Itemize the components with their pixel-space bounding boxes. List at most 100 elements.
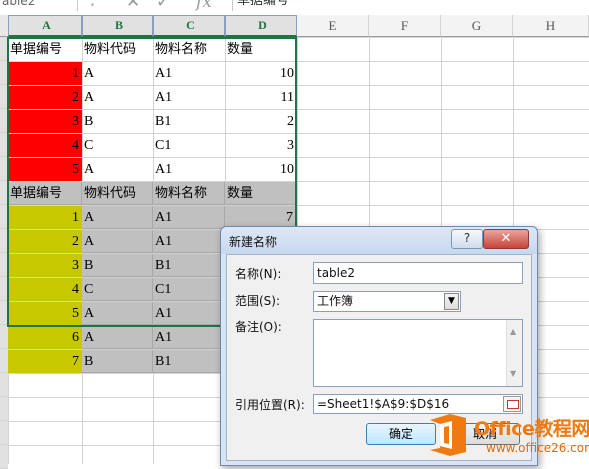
formula-bar-icons: ⋮ ✕ ✓ fx — [84, 0, 224, 12]
row-header[interactable] — [0, 181, 8, 205]
table-header-cell[interactable]: 单据编号 — [8, 38, 82, 61]
select-all-corner[interactable] — [0, 15, 8, 37]
table-cell[interactable]: B1 — [153, 110, 225, 133]
table-cell[interactable]: A1 — [153, 158, 225, 181]
row-header[interactable] — [0, 301, 8, 325]
table-cell[interactable]: C — [82, 134, 153, 157]
scroll-up-icon[interactable]: ▲ — [510, 322, 516, 342]
row-header[interactable] — [0, 445, 8, 469]
scroll-down-icon[interactable]: ▼ — [510, 364, 516, 384]
row-header[interactable] — [0, 37, 8, 61]
column-header-f[interactable]: F — [369, 15, 441, 37]
table-cell[interactable]: A — [82, 302, 153, 325]
table-cell[interactable]: 3 — [225, 134, 297, 157]
table-header-cell[interactable]: 数量 — [225, 38, 297, 61]
column-header-d[interactable]: D — [225, 15, 297, 37]
table-cell[interactable]: 10 — [225, 158, 297, 181]
name-box[interactable]: able2 — [0, 0, 78, 11]
name-field[interactable]: table2 — [313, 262, 523, 284]
table-cell[interactable]: 1 — [8, 62, 82, 85]
dropdown-icon[interactable]: ⋮ — [84, 0, 101, 9]
table-cell[interactable]: B — [82, 110, 153, 133]
table-cell[interactable]: 3 — [8, 254, 82, 277]
table-cell[interactable]: 4 — [8, 134, 82, 157]
column-header-a[interactable]: A — [8, 15, 82, 37]
table-cell[interactable]: C — [82, 278, 153, 301]
table-cell[interactable]: A1 — [153, 62, 225, 85]
column-header-c[interactable]: C — [153, 15, 225, 37]
row-header[interactable] — [0, 61, 8, 85]
watermark-brand: Office教程网 — [474, 418, 589, 440]
row-header[interactable] — [0, 397, 8, 421]
table-header-cell[interactable]: 单据编号 — [8, 182, 82, 205]
comment-scrollbar[interactable]: ▲ ▼ — [506, 320, 522, 386]
table-header-cell[interactable]: 物料名称 — [153, 182, 225, 205]
fx-icon[interactable]: fx — [196, 0, 212, 12]
watermark-url: www.office26.com — [486, 441, 589, 455]
column-header-h[interactable]: H — [513, 15, 589, 37]
table-cell[interactable]: A — [82, 230, 153, 253]
table-cell[interactable]: B — [82, 350, 153, 373]
table-cell[interactable]: 2 — [8, 86, 82, 109]
dialog-title: 新建名称 — [229, 235, 278, 249]
table-cell[interactable]: 10 — [225, 62, 297, 85]
table-cell[interactable]: A1 — [153, 86, 225, 109]
row-header[interactable] — [0, 325, 8, 349]
table-cell[interactable]: 5 — [8, 302, 82, 325]
office-logo-icon — [430, 414, 466, 456]
table-cell[interactable]: A1 — [153, 206, 225, 229]
table-cell[interactable]: A1 — [153, 326, 225, 349]
row-header[interactable] — [0, 349, 8, 373]
row-header[interactable] — [0, 109, 8, 133]
help-button[interactable]: ? — [451, 229, 483, 249]
watermark: Office教程网 www.office26.com — [424, 409, 589, 464]
cancel-icon[interactable]: ✕ — [126, 0, 140, 12]
table-cell[interactable]: A — [82, 326, 153, 349]
table-cell[interactable]: A1 — [153, 302, 225, 325]
table-cell[interactable]: 11 — [225, 86, 297, 109]
row-header[interactable] — [0, 133, 8, 157]
table-cell[interactable]: 3 — [8, 110, 82, 133]
row-header[interactable] — [0, 157, 8, 181]
table-header-cell[interactable]: 物料代码 — [82, 38, 153, 61]
table-cell[interactable]: A — [82, 86, 153, 109]
table-cell[interactable]: A1 — [153, 230, 225, 253]
formula-bar: able2 ⋮ ✕ ✓ fx 单据编号 — [0, 0, 589, 15]
table-cell[interactable]: C1 — [153, 134, 225, 157]
row-header[interactable] — [0, 421, 8, 445]
close-button[interactable]: ✕ — [483, 229, 529, 249]
table-cell[interactable]: 5 — [8, 158, 82, 181]
table-cell[interactable]: 2 — [8, 230, 82, 253]
row-header[interactable] — [0, 277, 8, 301]
table-cell[interactable]: 4 — [8, 278, 82, 301]
dialog-title-bar[interactable]: 新建名称 ? ✕ — [221, 227, 537, 254]
enter-icon[interactable]: ✓ — [156, 0, 170, 12]
table-cell[interactable]: 6 — [8, 326, 82, 349]
table-cell[interactable]: A — [82, 62, 153, 85]
table-cell[interactable]: B1 — [153, 350, 225, 373]
table-cell[interactable]: A — [82, 206, 153, 229]
table-header-cell[interactable]: 物料代码 — [82, 182, 153, 205]
table-cell[interactable]: 7 — [8, 350, 82, 373]
formula-input[interactable]: 单据编号 — [232, 0, 589, 11]
table-cell[interactable]: B1 — [153, 254, 225, 277]
table-header-cell[interactable]: 数量 — [225, 182, 297, 205]
chevron-down-icon[interactable]: ▼ — [444, 293, 459, 310]
table-cell[interactable]: B — [82, 254, 153, 277]
column-header-b[interactable]: B — [82, 15, 153, 37]
table-cell[interactable]: A — [82, 158, 153, 181]
row-header[interactable] — [0, 253, 8, 277]
row-header[interactable] — [0, 229, 8, 253]
row-header[interactable] — [0, 205, 8, 229]
column-header-g[interactable]: G — [441, 15, 513, 37]
table-header-cell[interactable]: 物料名称 — [153, 38, 225, 61]
row-header[interactable] — [0, 85, 8, 109]
table-cell[interactable]: C1 — [153, 278, 225, 301]
table-cell[interactable]: 2 — [225, 110, 297, 133]
table-cell[interactable]: 1 — [8, 206, 82, 229]
row-header[interactable] — [0, 373, 8, 397]
scope-select[interactable]: 工作簿 ▼ — [313, 291, 461, 312]
refers-to-label: 引用位置(R): — [235, 398, 305, 412]
comment-textarea[interactable]: ▲ ▼ — [313, 319, 523, 387]
column-header-e[interactable]: E — [297, 15, 369, 37]
